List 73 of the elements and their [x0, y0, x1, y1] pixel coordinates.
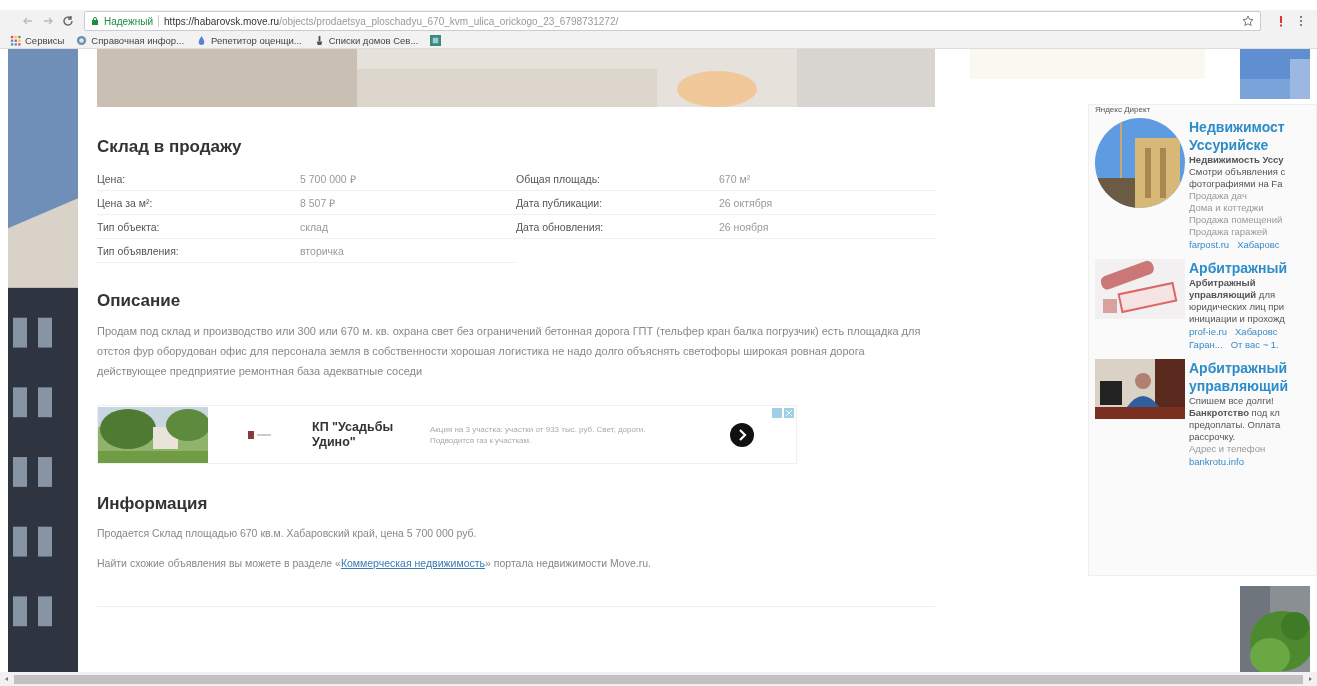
description-text: Продам под склад и производство или 300 или 670 м. кв. охрана свет без ограничений бетонная дорога ГПТ (тельфер кран балка погрузчик) есть площадка для отстоя фур оборудован офис для персонала земля в собственности хорошая логистика не надо долго объяснять светофоры широкая ровная дорога действующее предприятие ремонтная база адекватные соседи — [97, 324, 922, 379]
param-label: Тип объявления: — [97, 244, 180, 257]
ad-title: КП "Усадьбы Удино" — [312, 419, 395, 450]
section-title: Склад в продажу — [97, 137, 243, 157]
ad-text: Банкротство под кл — [1189, 407, 1281, 419]
param-label: Цена за м²: — [97, 196, 154, 209]
bookmark[interactable]: Справочная инфор... — [76, 34, 185, 46]
ad-title[interactable]: Уссурийске — [1189, 136, 1286, 154]
ad-link[interactable]: От вас ~ 1. — [1230, 338, 1279, 351]
info-text: » портала недвижимости Move.ru. — [485, 557, 651, 569]
globe-icon — [76, 34, 88, 46]
ad-text: Смотри объявления с — [1189, 166, 1286, 178]
ad-link[interactable]: Адрес и телефон — [1189, 443, 1289, 455]
bookmark[interactable]: Сервисы — [10, 34, 65, 46]
ad-title[interactable]: Недвижимост — [1189, 118, 1286, 136]
ad-text: управляющий для — [1189, 289, 1277, 301]
param-value: 8 507 ₽ — [300, 195, 336, 210]
param-value: 5 700 000 ₽ — [300, 171, 356, 186]
bookmark[interactable] — [430, 34, 442, 46]
ad-text: Спишем все долги! — [1189, 395, 1275, 407]
security-label: Надежный — [104, 15, 154, 27]
ad-link[interactable]: Хабаровс — [1235, 325, 1278, 338]
horizontal-scrollbar[interactable] — [0, 672, 1317, 686]
ad-text: предоплаты. Оплата — [1189, 419, 1282, 431]
param-label: Дата публикации: — [516, 196, 604, 209]
scroll-left-icon[interactable] — [4, 676, 10, 682]
lock-icon — [91, 16, 99, 26]
ad-link[interactable]: prof-ie.ru — [1189, 325, 1227, 338]
tile-icon — [430, 34, 442, 46]
ad-link[interactable]: farpost.ru — [1189, 238, 1230, 251]
ad-link[interactable]: Гаран... — [1189, 338, 1223, 351]
param-value: 26 ноября — [719, 220, 769, 233]
reload-icon[interactable] — [62, 15, 74, 27]
ad-link[interactable]: Продажа гаражей — [1189, 226, 1286, 238]
ad-text: Недвижимость Уссу — [1189, 154, 1285, 166]
param-value: склад — [300, 220, 329, 233]
ad-title[interactable]: Арбитражный — [1189, 259, 1288, 277]
param-value: 670 м² — [719, 172, 751, 185]
ad-banner[interactable]: КП "Усадьбы Удино" Акция на 3 участка: участки от 933 тыс. руб. Свет, дороги. Подводится газ к участкам. — [97, 405, 797, 464]
ad-link[interactable]: Дома и коттеджи — [1189, 202, 1286, 214]
ad-link[interactable]: Продажа помещений — [1189, 214, 1286, 226]
star-icon[interactable] — [1242, 15, 1254, 27]
ad-label: Яндекс Директ — [1095, 105, 1152, 114]
info-text: Продается Склад площадью 670 кв.м. Хабаровский край, цена 5 700 000 руб. — [97, 526, 478, 541]
ad-title[interactable]: управляющий — [1189, 377, 1289, 395]
ad-title[interactable]: Арбитражный — [1189, 359, 1289, 377]
ad-text: рассрочку. — [1189, 431, 1237, 443]
category-link[interactable]: Коммерческая недвижимость — [340, 557, 485, 569]
param-label: Тип объекта: — [97, 220, 161, 233]
ad-link[interactable]: Хабаровс — [1237, 238, 1280, 251]
param-value: 26 октября — [719, 196, 773, 209]
ad-text: инициации и прохожд — [1189, 313, 1286, 325]
ad-text: Арбитражный — [1189, 277, 1257, 289]
bookmark[interactable]: Списки домов Сев... — [313, 34, 419, 46]
ad-link[interactable]: bankrotu.info — [1189, 455, 1244, 468]
ad-text: Акция на 3 участка: участки от 933 тыс. руб. Свет, дороги. Подводится газ к участкам. — [430, 423, 647, 446]
ad-text: юридических лиц при — [1189, 301, 1286, 313]
param-label: Дата обновления: — [516, 220, 605, 233]
param-value: вторичка — [300, 244, 344, 257]
section-title: Описание — [97, 291, 182, 311]
logo-icon — [248, 429, 272, 440]
apps-icon — [10, 34, 21, 46]
ad-link[interactable]: Продажа дач — [1189, 190, 1286, 202]
url-text: https://habarovsk.move.ru/objects/prodaetsya_ploschadyu_670_kvm_ulica_orickogo_23_6798731272/ — [164, 15, 620, 27]
address-bar[interactable]: Надежный https://habarovsk.move.ru/objects/prodaetsya_ploschadyu_670_kvm_ulica_orickogo_23_6798731272/ — [84, 11, 1261, 31]
scroll-right-icon[interactable] — [1307, 676, 1313, 682]
param-label: Общая площадь: — [516, 172, 602, 185]
ad-text: фотографиями на Fa — [1189, 178, 1284, 190]
info-text: Найти схожие объявления вы можете в разделе « — [97, 557, 341, 569]
chevron-icon — [730, 422, 754, 447]
section-title: Информация — [97, 494, 209, 514]
param-label: Цена: — [97, 172, 127, 185]
bookmark[interactable]: Репетитор оценщи... — [196, 34, 302, 46]
